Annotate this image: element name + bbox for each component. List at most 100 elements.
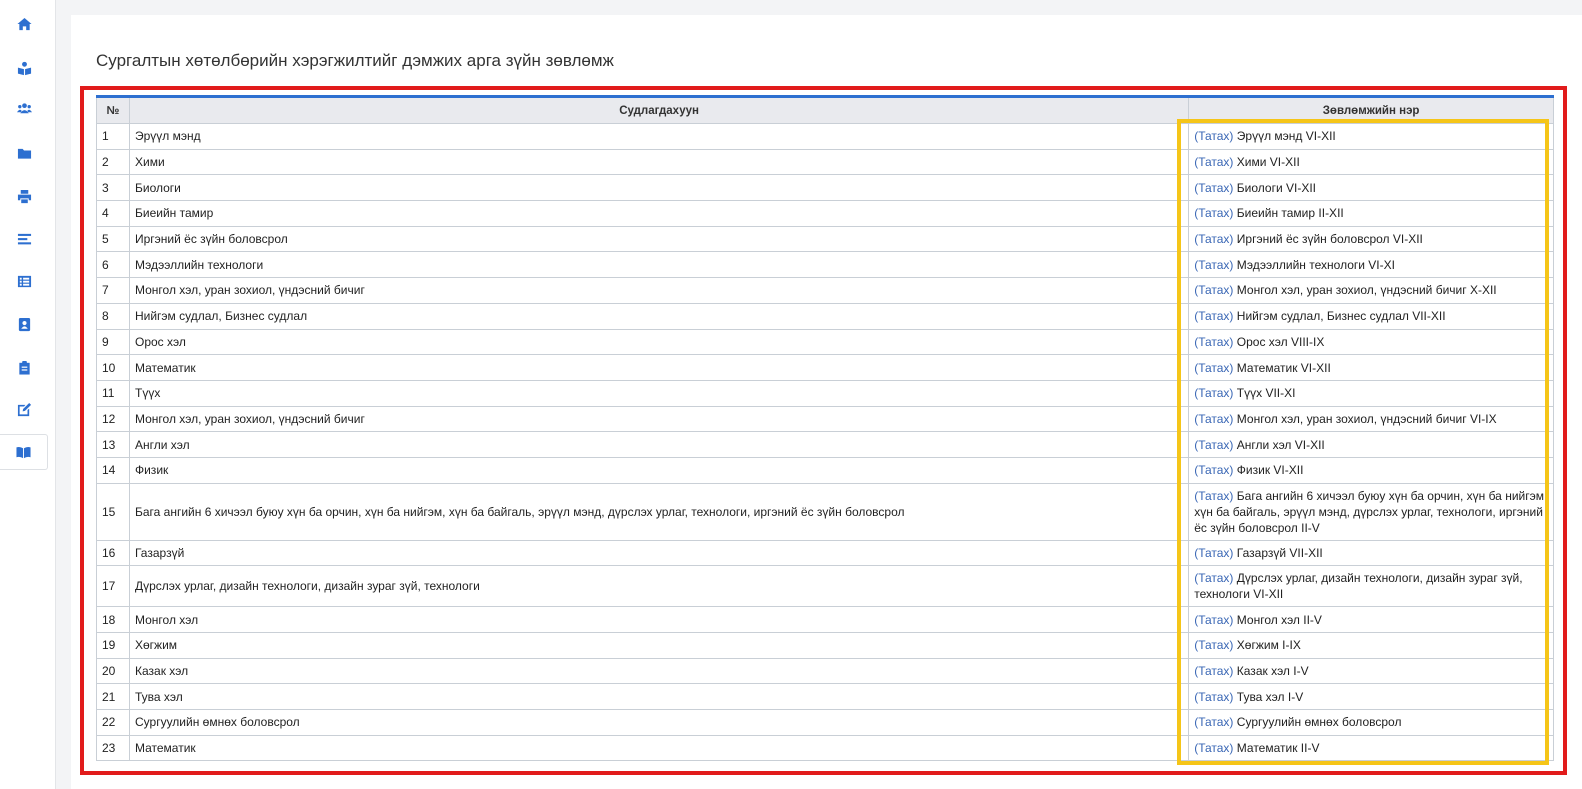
users-icon: [16, 102, 32, 113]
download-link[interactable]: (Татах): [1194, 181, 1233, 195]
address-card-icon: [18, 317, 30, 331]
row-subject: Математик: [128, 354, 1190, 381]
sidebar: [0, 0, 56, 789]
sidebar-item-list[interactable]: [0, 263, 48, 299]
table-row: 8 Нийгэм судлал, Бизнес судлал (Татах) Ний…: [96, 302, 1554, 330]
download-link[interactable]: (Татах): [1194, 258, 1233, 272]
download-link[interactable]: (Татах): [1194, 386, 1233, 400]
row-subject: Биологи: [128, 174, 1190, 202]
sidebar-item-edit[interactable]: [0, 391, 48, 427]
table-row: 22 Сургуулийн өмнөх боловсрол (Татах) Сург…: [96, 709, 1554, 736]
row-recommendation: (Татах) Хөгжим I-IX: [1188, 632, 1554, 659]
row-subject: Сургуулийн өмнөх боловсрол: [128, 709, 1190, 736]
row-subject: Түүх: [128, 379, 1190, 407]
download-link[interactable]: (Татах): [1194, 361, 1233, 375]
recommendation-title: Эрүүл мэнд VI-XII: [1236, 129, 1336, 144]
row-subject: Математик: [128, 734, 1190, 762]
align-icon: [17, 233, 31, 244]
row-subject: Англи хэл: [128, 431, 1190, 458]
download-link[interactable]: (Татах): [1194, 412, 1233, 426]
sidebar-item-reader[interactable]: [0, 50, 48, 86]
row-recommendation: (Татах) Мэдээллийн технологи VI-XI: [1188, 251, 1554, 279]
row-number: 4: [96, 200, 130, 227]
download-link[interactable]: (Татах): [1194, 463, 1233, 477]
sidebar-item-books[interactable]: [0, 434, 48, 470]
row-recommendation: (Татах) Эрүүл мэнд VI-XII: [1188, 123, 1554, 150]
row-subject: Монгол хэл, уран зохиол, үндэсний бичиг: [128, 277, 1190, 304]
download-link[interactable]: (Татах): [1194, 741, 1233, 755]
table-row: 2 Хими (Татах) Хими VI-XII: [96, 148, 1554, 176]
sidebar-item-contact[interactable]: [0, 306, 48, 342]
download-link[interactable]: (Татах): [1194, 664, 1233, 678]
sidebar-item-print[interactable]: [0, 178, 48, 214]
table-row: 19 Хөгжим (Татах) Хөгжим I-IX: [96, 632, 1554, 659]
recommendation-title: Сургуулийн өмнөх боловсрол: [1236, 715, 1402, 730]
download-link[interactable]: (Татах): [1194, 638, 1233, 652]
recommendation-title: Нийгэм судлал, Бизнес судлал VII-XII: [1236, 309, 1446, 324]
download-link[interactable]: (Татах): [1194, 489, 1233, 503]
recommendation-title: Англи хэл VI-XII: [1236, 437, 1325, 452]
row-number: 1: [96, 123, 130, 150]
row-subject: Биеийн тамир: [128, 200, 1190, 227]
download-link[interactable]: (Татах): [1194, 438, 1233, 452]
row-number: 11: [96, 379, 130, 407]
page-title: Сургалтын хөтөлбөрийн хэрэгжилтийг дэмжи…: [96, 51, 614, 70]
download-link[interactable]: (Татах): [1194, 715, 1233, 729]
download-link[interactable]: (Татах): [1194, 546, 1233, 560]
col-header-recommendation: Зөвлөмжийн нэр: [1188, 96, 1554, 124]
sidebar-item-folder[interactable]: [0, 135, 48, 171]
download-link[interactable]: (Татах): [1194, 283, 1233, 297]
row-number: 17: [96, 565, 130, 608]
download-link[interactable]: (Татах): [1194, 155, 1233, 169]
download-link[interactable]: (Татах): [1194, 613, 1233, 627]
print-icon: [17, 189, 31, 203]
table-row: 16 Газарзүй (Татах) Газарзүй VII-XII: [96, 539, 1554, 567]
download-link[interactable]: (Татах): [1194, 232, 1233, 246]
row-recommendation: (Татах) Физик VI-XII: [1188, 456, 1554, 484]
recommendation-title: Биеийн тамир II-XII: [1236, 206, 1344, 221]
sidebar-item-users[interactable]: [0, 90, 48, 126]
download-link[interactable]: (Татах): [1194, 335, 1233, 349]
row-subject: Монгол хэл, уран зохиол, үндэсний бичиг: [128, 405, 1190, 433]
table-row: 10 Математик (Татах) Математик VI-XII: [96, 354, 1554, 381]
download-link[interactable]: (Татах): [1194, 309, 1233, 323]
download-link[interactable]: (Татах): [1194, 129, 1233, 143]
recommendations-table: № Судлагдахуун Зөвлөмжийн нэр 1 Эрүүл мэн…: [96, 95, 1554, 762]
sidebar-item-align[interactable]: [0, 221, 48, 257]
recommendation-title: Иргэний ёс зүйн боловсрол VI-XII: [1236, 232, 1423, 247]
row-subject: Орос хэл: [128, 328, 1190, 356]
download-link[interactable]: (Татах): [1194, 206, 1233, 220]
sidebar-item-home[interactable]: [0, 6, 48, 42]
recommendation-title: Газарзүй VII-XII: [1236, 545, 1323, 560]
col-header-subject: Судлагдахуун: [128, 96, 1190, 124]
row-subject: Физик: [128, 456, 1190, 484]
row-number: 2: [96, 148, 130, 176]
recommendation-title: Монгол хэл, уран зохиол, үндэсний бичиг …: [1236, 411, 1497, 426]
row-subject: Иргэний ёс зүйн боловсрол: [128, 225, 1190, 253]
row-subject: Хөгжим: [128, 632, 1190, 659]
row-recommendation: (Татах) Орос хэл VIII-IX: [1188, 328, 1554, 356]
row-number: 3: [96, 174, 130, 202]
download-link[interactable]: (Татах): [1194, 690, 1233, 704]
row-subject: Газарзүй: [128, 539, 1190, 567]
row-number: 18: [96, 606, 130, 633]
row-number: 5: [96, 225, 130, 253]
row-subject: Мэдээллийн технологи: [128, 251, 1190, 279]
row-subject: Дүрслэх урлаг, дизайн технологи, дизайн …: [128, 565, 1190, 608]
col-header-number: №: [96, 96, 130, 124]
recommendation-title: Мэдээллийн технологи VI-XI: [1236, 257, 1395, 272]
recommendation-title: Биологи VI-XII: [1236, 180, 1316, 195]
table-row: 5 Иргэний ёс зүйн боловсрол (Татах) Иргэни…: [96, 225, 1554, 253]
sidebar-item-clipboard[interactable]: [0, 349, 48, 385]
row-recommendation: (Татах) Англи хэл VI-XII: [1188, 431, 1554, 458]
row-recommendation: (Татах) Казак хэл I-V: [1188, 657, 1554, 685]
row-number: 6: [96, 251, 130, 279]
download-link[interactable]: (Татах): [1194, 571, 1233, 585]
table-row: 20 Казак хэл (Татах) Казак хэл I-V: [96, 657, 1554, 685]
row-number: 13: [96, 431, 130, 458]
recommendation-title: Дүрслэх урлаг, дизайн технологи, дизайн …: [1194, 571, 1523, 602]
row-subject: Эрүүл мэнд: [128, 123, 1190, 150]
table-row: 17 Дүрслэх урлаг, дизайн технологи, дизай…: [96, 565, 1554, 608]
row-recommendation: (Татах) Монгол хэл II-V: [1188, 606, 1554, 633]
row-subject: Хими: [128, 148, 1190, 176]
